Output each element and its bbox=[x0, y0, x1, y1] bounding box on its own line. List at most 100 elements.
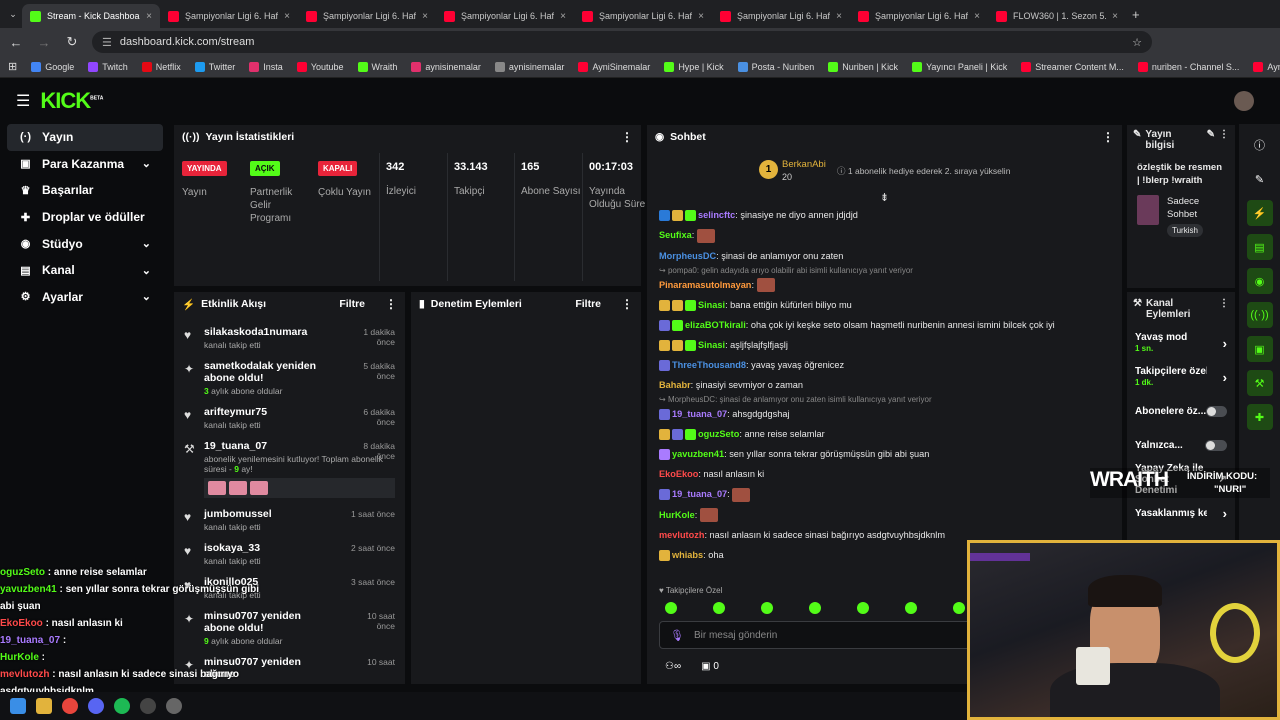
moderation-menu-icon[interactable]: ⋮ bbox=[621, 297, 633, 311]
stream-info-menu-icon[interactable]: ⋮ bbox=[1219, 129, 1229, 151]
toggle-switch[interactable] bbox=[1205, 439, 1227, 451]
chat-username[interactable]: Seufixa bbox=[659, 230, 692, 240]
chevron-right-icon[interactable]: › bbox=[1223, 506, 1227, 521]
chevron-down-icon[interactable]: ⌄ bbox=[142, 264, 151, 277]
apps-icon[interactable]: ⊞ bbox=[8, 60, 17, 73]
close-icon[interactable]: × bbox=[974, 11, 980, 22]
bookmark-item[interactable]: Insta bbox=[249, 61, 283, 72]
channel-action-row[interactable]: Takipçilere özel s1 dk. › bbox=[1127, 360, 1235, 394]
chat-username[interactable]: 19_tuana_07 bbox=[672, 409, 727, 419]
file-explorer-icon[interactable] bbox=[36, 698, 52, 714]
wrench-icon[interactable]: ⚒ bbox=[1246, 370, 1273, 396]
chat-icon[interactable]: ◉ bbox=[1246, 268, 1273, 294]
chat-username[interactable]: HurKole bbox=[659, 510, 695, 520]
browser-tab[interactable]: Stream - Kick Dashboard × bbox=[22, 4, 160, 28]
chat-username[interactable]: Sinasi bbox=[698, 340, 725, 350]
close-icon[interactable]: × bbox=[560, 11, 566, 22]
emote-icon[interactable] bbox=[857, 602, 869, 614]
browser-tab[interactable]: FLOW360 | 1. Sezon 5. Bö × bbox=[988, 4, 1126, 28]
edit-icon[interactable]: ✎ bbox=[1207, 129, 1215, 151]
microphone-icon[interactable]: 🎙 bbox=[670, 629, 684, 642]
pencil-icon[interactable]: ✎ bbox=[1247, 166, 1273, 192]
bookmark-star-icon[interactable]: ☆ bbox=[1132, 36, 1142, 49]
chevron-right-icon[interactable]: › bbox=[1223, 370, 1227, 385]
bookmark-item[interactable]: Posta - Nuriben bbox=[737, 61, 814, 72]
chevron-down-icon[interactable]: ⌄ bbox=[142, 290, 151, 303]
new-tab-icon[interactable]: + bbox=[1132, 7, 1140, 22]
channel-actions-menu-icon[interactable]: ⋮ bbox=[1219, 298, 1229, 320]
chat-username[interactable]: oguzSeto bbox=[698, 429, 739, 439]
chat-collapse-icon[interactable]: ⇟ bbox=[647, 191, 1122, 205]
chat-menu-icon[interactable]: ⋮ bbox=[1102, 130, 1114, 144]
browser-tab[interactable]: Şampiyonlar Ligi 6. Hafta × bbox=[712, 4, 850, 28]
bookmark-item[interactable]: Twitter bbox=[194, 61, 235, 72]
menu-icon[interactable]: ☰ bbox=[16, 91, 30, 111]
chat-username[interactable]: Bahabr bbox=[659, 380, 691, 390]
bookmark-item[interactable]: AyniSinemalar bbox=[578, 61, 650, 72]
bookmark-item[interactable]: Youtube bbox=[296, 61, 344, 72]
chat-username[interactable]: EkoEkoo bbox=[659, 469, 698, 479]
bookmark-item[interactable]: Google bbox=[31, 61, 74, 72]
activity-menu-icon[interactable]: ⋮ bbox=[385, 297, 397, 311]
bookmark-item[interactable]: Netflix bbox=[141, 61, 181, 72]
sidebar-item-yayın[interactable]: (·) Yayın bbox=[7, 124, 163, 151]
close-icon[interactable]: × bbox=[284, 11, 290, 22]
moderation-filter-button[interactable]: Filtre bbox=[575, 298, 601, 310]
sidebar-item-başarılar[interactable]: ♛ Başarılar bbox=[7, 177, 163, 204]
toggle-switch[interactable] bbox=[1206, 405, 1227, 417]
add-widget-icon[interactable]: ✚ bbox=[1246, 404, 1273, 430]
broadcast-icon[interactable]: ((·)) bbox=[1246, 302, 1273, 328]
chat-username[interactable]: selincftc bbox=[698, 210, 735, 220]
channel-action-row[interactable]: Yalnızca... bbox=[1127, 428, 1235, 462]
close-icon[interactable]: × bbox=[146, 11, 152, 22]
chat-username[interactable]: ThreeThousand8 bbox=[672, 360, 746, 370]
sidebar-item-stüdyo[interactable]: ◉ Stüdyo ⌄ bbox=[7, 230, 163, 257]
browser-tab[interactable]: Şampiyonlar Ligi 6. Hafta × bbox=[436, 4, 574, 28]
browser-tab[interactable]: Şampiyonlar Ligi 6. Hafta × bbox=[160, 4, 298, 28]
bookmark-item[interactable]: nuriben - Channel S... bbox=[1137, 61, 1239, 72]
sidebar-item-droplar-ve-ödüller[interactable]: ✚ Droplar ve ödüller bbox=[7, 204, 163, 231]
activity-filter-button[interactable]: Filtre bbox=[339, 298, 365, 310]
settings-icon[interactable] bbox=[166, 698, 182, 714]
bookmark-item[interactable]: Twitch bbox=[88, 61, 128, 72]
channel-action-row[interactable]: Abonelere öz... bbox=[1127, 394, 1235, 428]
bookmark-item[interactable]: Yayıncı Paneli | Kick bbox=[912, 61, 1007, 72]
emote-icon[interactable] bbox=[713, 602, 725, 614]
channel-action-row[interactable]: Yasaklanmış kelin › bbox=[1127, 496, 1235, 530]
chat-username[interactable]: Sinasi bbox=[698, 300, 725, 310]
emote-icon[interactable] bbox=[953, 602, 965, 614]
back-icon[interactable]: ← bbox=[8, 35, 24, 50]
browser-tab[interactable]: Şampiyonlar Ligi 6. Hafta × bbox=[574, 4, 712, 28]
chat-username[interactable]: 19_tuana_07 bbox=[672, 489, 727, 499]
sidebar-item-ayarlar[interactable]: ⚙ Ayarlar ⌄ bbox=[7, 284, 163, 311]
bookmark-item[interactable]: Aynı Sinemalar - Ça... bbox=[1253, 61, 1280, 72]
bookmark-item[interactable]: aynisinemalar bbox=[494, 61, 564, 72]
url-field[interactable]: ☰ dashboard.kick.com/stream ☆ bbox=[92, 31, 1152, 53]
gift-icon[interactable]: ▣ 0 bbox=[701, 661, 719, 672]
reload-icon[interactable]: ↻ bbox=[64, 34, 80, 50]
spotify-icon[interactable] bbox=[114, 698, 130, 714]
forward-icon[interactable]: → bbox=[36, 35, 52, 50]
chevron-down-icon[interactable]: ⌄ bbox=[142, 237, 151, 250]
sidebar-item-para-kazanma[interactable]: ▣ Para Kazanma ⌄ bbox=[7, 151, 163, 178]
users-icon[interactable]: ⚇∞ bbox=[665, 661, 681, 672]
bookmark-item[interactable]: Nuriben | Kick bbox=[828, 61, 898, 72]
avatar[interactable] bbox=[1234, 91, 1254, 111]
windows-start-icon[interactable] bbox=[10, 698, 26, 714]
obs-icon[interactable] bbox=[140, 698, 156, 714]
bookmark-item[interactable]: Wraith bbox=[357, 61, 397, 72]
emote-icon[interactable] bbox=[761, 602, 773, 614]
close-icon[interactable]: × bbox=[422, 11, 428, 22]
chrome-icon[interactable] bbox=[62, 698, 78, 714]
chat-username[interactable]: Pinaramasutolmayan bbox=[659, 280, 751, 290]
bookmark-item[interactable]: aynisinemalar bbox=[411, 61, 481, 72]
discord-icon[interactable] bbox=[88, 698, 104, 714]
emote-icon[interactable] bbox=[905, 602, 917, 614]
kick-logo[interactable]: KICKBETA bbox=[40, 88, 103, 114]
bolt-icon[interactable]: ⚡ bbox=[1246, 200, 1273, 226]
bookmark-item[interactable]: Streamer Content M... bbox=[1021, 61, 1124, 72]
chat-username[interactable]: whiabs bbox=[672, 550, 703, 560]
channel-action-row[interactable]: Yavaş mod 1 sn. › bbox=[1127, 326, 1235, 360]
browser-tab[interactable]: Şampiyonlar Ligi 6. Hafta × bbox=[850, 4, 988, 28]
chevron-down-icon[interactable]: ⌄ bbox=[142, 157, 151, 170]
